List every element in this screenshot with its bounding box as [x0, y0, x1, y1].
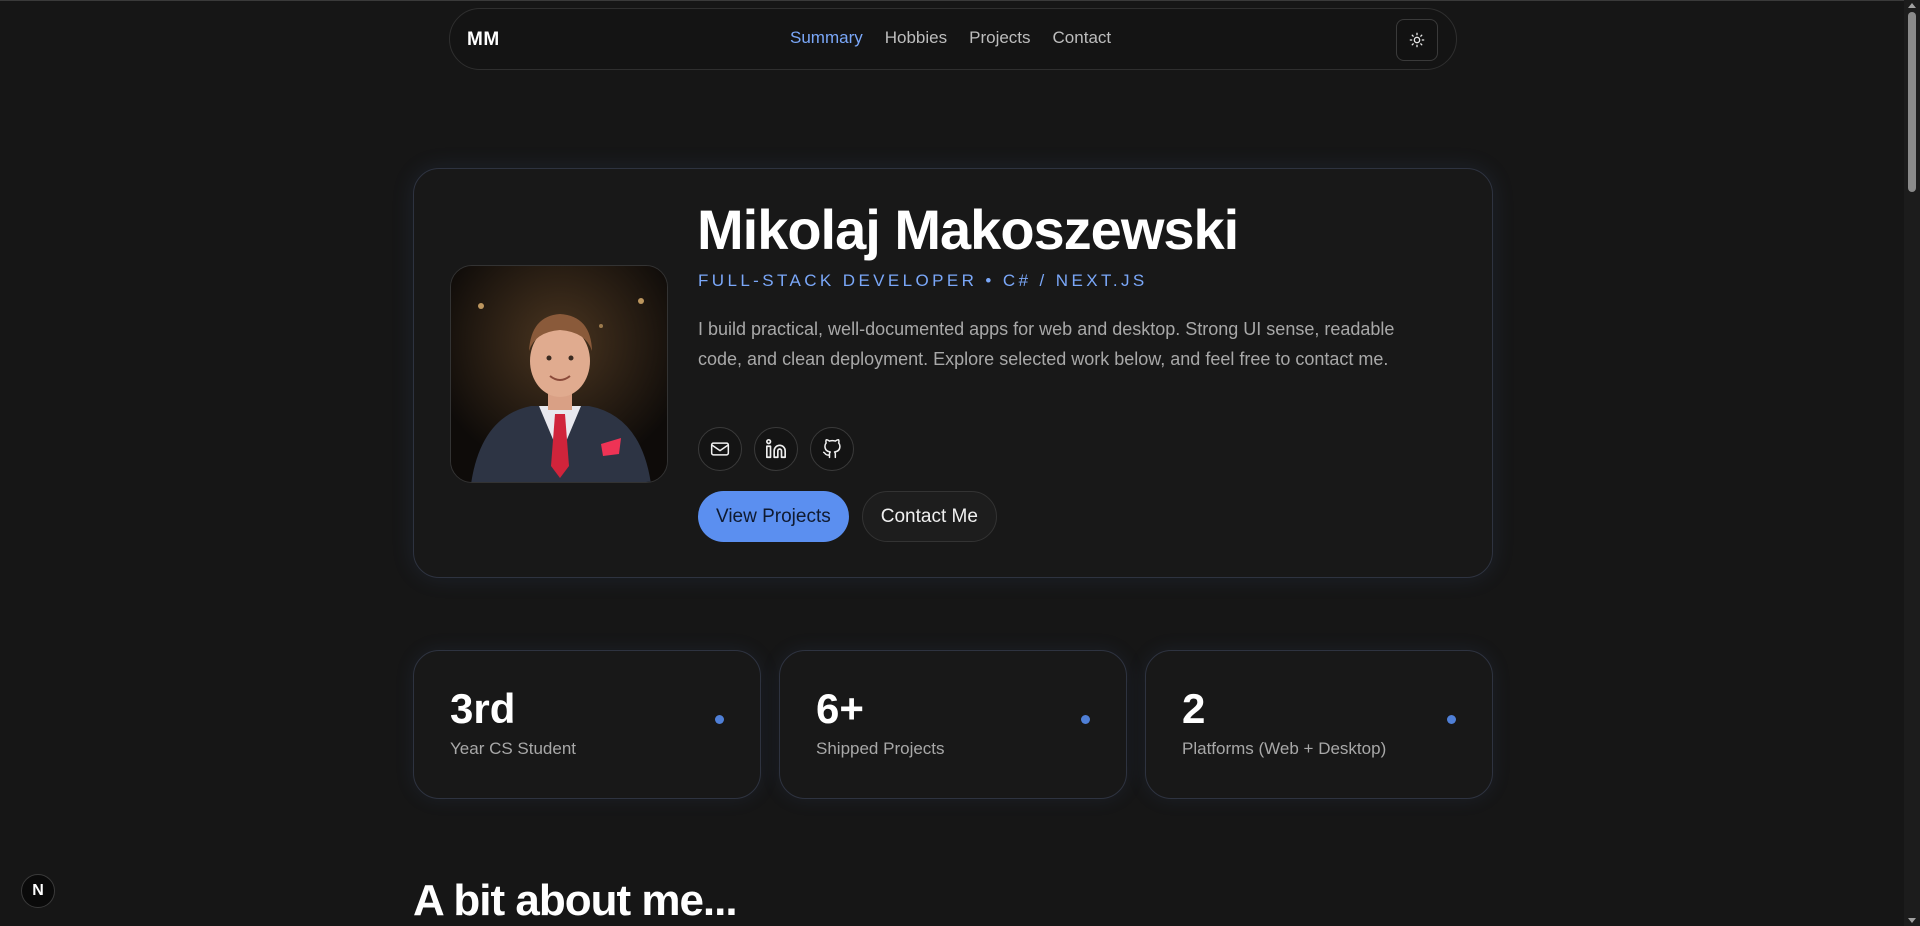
- scroll-down-arrow[interactable]: [1908, 918, 1916, 923]
- stat-value: 2: [1182, 685, 1206, 732]
- stat-card-year: 3rd Year CS Student: [413, 650, 761, 799]
- stat-label: Year CS Student: [450, 739, 577, 758]
- portrait-illustration: [451, 266, 667, 482]
- theme-toggle-button[interactable]: [1396, 19, 1438, 61]
- about-heading: A bit about me...: [413, 876, 738, 925]
- stat-value: 6+: [816, 685, 864, 732]
- stat-dot: [1081, 715, 1090, 724]
- nav-links: Summary Hobbies Projects Contact: [790, 28, 1111, 48]
- view-projects-button[interactable]: View Projects: [698, 491, 849, 542]
- stat-dot: [1447, 715, 1456, 724]
- profile-photo: [450, 265, 668, 483]
- stat-label: Shipped Projects: [816, 739, 945, 758]
- nav-link-hobbies[interactable]: Hobbies: [885, 28, 947, 48]
- stat-card-projects: 6+ Shipped Projects: [779, 650, 1127, 799]
- hero-name: Mikolaj Makoszewski: [697, 198, 1239, 261]
- page-scrollbar[interactable]: [1904, 0, 1920, 926]
- stat-card-platforms: 2 Platforms (Web + Desktop): [1145, 650, 1493, 799]
- navbar: MM Summary Hobbies Projects Contact: [449, 8, 1457, 70]
- hero-role: FULL-STACK DEVELOPER • C# / NEXT.JS: [698, 271, 1148, 290]
- stat-dot: [715, 715, 724, 724]
- stat-value: 3rd: [450, 685, 516, 732]
- nextjs-dev-badge[interactable]: N: [21, 874, 55, 908]
- scroll-up-arrow[interactable]: [1908, 3, 1916, 8]
- nav-link-projects[interactable]: Projects: [969, 28, 1030, 48]
- nav-link-contact[interactable]: Contact: [1053, 28, 1112, 48]
- hero-card: Mikolaj Makoszewski FULL-STACK DEVELOPER…: [413, 168, 1493, 578]
- top-border: [0, 0, 1920, 1]
- sun-icon: [1409, 32, 1425, 48]
- scrollbar-thumb[interactable]: [1908, 12, 1916, 192]
- github-link[interactable]: [810, 427, 854, 471]
- contact-me-button[interactable]: Contact Me: [861, 491, 997, 542]
- github-icon: [822, 439, 841, 459]
- hero-bio: I build practical, well-documented apps …: [698, 319, 1395, 369]
- stat-label: Platforms (Web + Desktop): [1182, 739, 1387, 758]
- site-logo[interactable]: MM: [467, 29, 500, 51]
- social-links: [698, 427, 854, 471]
- linkedin-link[interactable]: [754, 427, 798, 471]
- hero-actions: View Projects Contact Me: [698, 491, 997, 542]
- nav-link-summary[interactable]: Summary: [790, 28, 863, 48]
- email-link[interactable]: [698, 427, 742, 471]
- mail-icon: [710, 442, 730, 456]
- linkedin-icon: [766, 439, 786, 459]
